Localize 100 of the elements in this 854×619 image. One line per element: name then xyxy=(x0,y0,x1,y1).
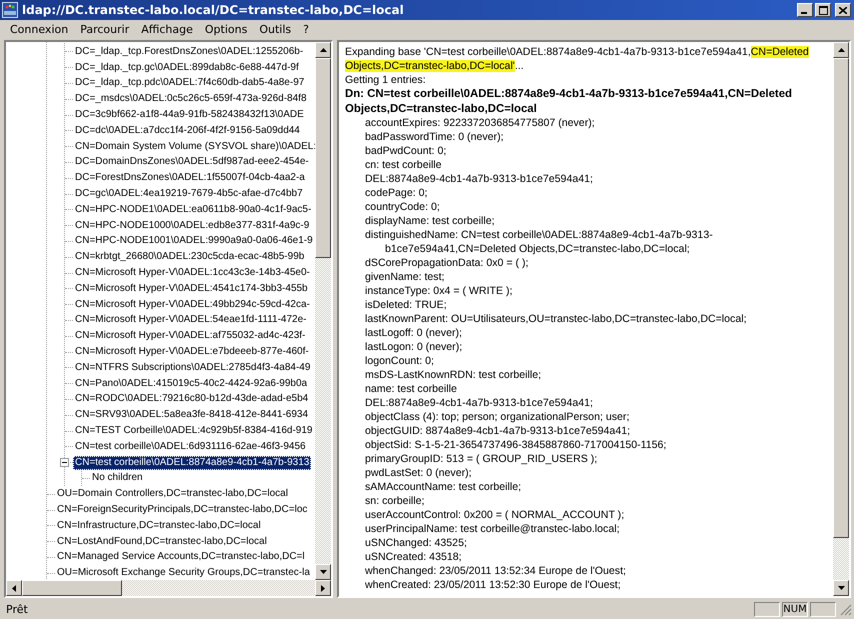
tree-item[interactable]: DC=DomainDnsZones\0ADEL:5df987ad-eee2-454e- xyxy=(73,155,311,170)
status-pane xyxy=(754,602,780,617)
scroll-up-button[interactable] xyxy=(315,42,331,58)
tree-item[interactable]: CN=ForeignSecurityPrincipals,DC=transtec-labo,DC=loc xyxy=(55,503,310,517)
tree-item[interactable]: No children xyxy=(90,471,145,486)
attribute-line: b1ce7e594a41,CN=Deleted Objects,DC=transtec-labo,DC=local; xyxy=(384,242,691,256)
entry-dn: Dn: CN=test corbeille\0ADEL:8874a8e9-4cb1-4a7b-9313-b1ce7e594a41,CN=Deleted Objects,DC=transtec-labo,DC=local xyxy=(345,87,793,116)
attribute-line: userAccountControl: 0x200 = ( NORMAL_ACCOUNT ); xyxy=(364,508,626,522)
tree-item[interactable]: CN=Microsoft Hyper-V\0ADEL:4541c174-3bb3-455b xyxy=(73,282,310,296)
attribute-line: countryCode: 0; xyxy=(364,200,441,214)
tree-item[interactable]: CN=Pano\0ADEL:415019c5-40c2-4424-92a6-99b0a xyxy=(73,376,310,391)
attribute-line: lastLogoff: 0 (never); xyxy=(364,326,463,340)
horizontal-scrollbar[interactable] xyxy=(6,580,331,596)
tree-item[interactable]: CN=Managed Service Accounts,DC=transtec-labo,DC=l xyxy=(55,550,307,564)
tree-item[interactable]: DC=_msdcs\0ADEL:0c5c26c5-659f-473a-926d-84f8 xyxy=(73,92,309,106)
menu-item[interactable]: Outils xyxy=(253,22,298,36)
left-arrow-icon xyxy=(12,584,16,592)
attribute-line: givenName: test; xyxy=(364,270,446,284)
tree-item[interactable]: CN=RODC\0ADEL:79216c80-b12d-43de-adad-e5b4 xyxy=(73,392,310,406)
attribute-line: dSCorePropagationData: 0x0 = ( ); xyxy=(364,256,530,270)
attribute-line: uSNChanged: 43525; xyxy=(364,536,468,550)
attribute-line: DEL:8874a8e9-4cb1-4a7b-9313-b1ce7e594a41; xyxy=(364,172,594,186)
attribute-line: primaryGroupID: 513 = ( GROUP_RID_USERS ); xyxy=(364,452,598,466)
scroll-left-button[interactable] xyxy=(6,580,22,596)
up-arrow-icon xyxy=(320,48,326,52)
tree-item[interactable]: DC=ForestDnsZones\0ADEL:1f55007f-04cb-4aa2-a xyxy=(73,171,307,186)
tree-item[interactable]: CN=Microsoft Hyper-V\0ADEL:e7bdeeeb-877e-460f- xyxy=(73,345,311,360)
attribute-line: distinguishedName: CN=test corbeille\0ADEL:8874a8e9-4cb1-4a7b-9313- xyxy=(364,228,714,242)
tree-item[interactable]: CN=Microsoft Hyper-V\0ADEL:1cc43c3e-14b3-45e0- xyxy=(73,266,312,280)
attribute-line: name: test corbeille xyxy=(364,382,458,396)
up-arrow-icon xyxy=(838,48,844,52)
close-button[interactable] xyxy=(835,3,851,17)
scroll-down-button[interactable] xyxy=(315,564,331,580)
menu-item[interactable]: ? xyxy=(297,22,315,36)
tree-item[interactable]: OU=Domain Controllers,DC=transtec-labo,DC=local xyxy=(55,487,290,502)
tree-item[interactable]: CN=HPC-NODE1000\0ADEL:edb8e377-831f-4a9c-9 xyxy=(73,218,312,233)
tree-item[interactable]: CN=SRV93\0ADEL:5a8ea3fe-8418-412e-8441-6934 xyxy=(73,408,310,422)
attribute-line: DEL:8874a8e9-4cb1-4a7b-9313-b1ce7e594a41; xyxy=(364,396,594,410)
vertical-scrollbar[interactable] xyxy=(315,42,331,580)
menu-item[interactable]: Connexion xyxy=(4,22,74,36)
attribute-line: lastKnownParent: OU=Utilisateurs,OU=transtec-labo,DC=transtec-labo,DC=local; xyxy=(364,312,748,326)
tree-item[interactable]: DC=dc\0ADEL:a7dcc1f4-206f-4f2f-9156-5a09dd44 xyxy=(73,124,302,138)
tree-item[interactable]: CN=test corbeille\0ADEL:8874a8e9-4cb1-4a7b-9313 xyxy=(73,456,312,470)
maximize-icon xyxy=(818,6,828,14)
right-arrow-icon xyxy=(321,584,325,592)
attribute-line: instanceType: 0x4 = ( WRITE ); xyxy=(364,284,514,298)
tree-item[interactable]: CN=Microsoft Hyper-V\0ADEL:af755032-ad4c-423f- xyxy=(73,329,308,344)
window-title: ldap://DC.transtec-labo.local/DC=transtec-labo,DC=local xyxy=(22,3,405,17)
attribute-line: userPrincipalName: test corbeille@transtec-labo.local; xyxy=(364,522,621,536)
attribute-line: cn: test corbeille xyxy=(364,158,443,172)
attribute-line: sn: corbeille; xyxy=(364,494,426,508)
menu-item[interactable]: Parcourir xyxy=(74,22,136,36)
attribute-line: codePage: 0; xyxy=(364,186,428,200)
attribute-line: accountExpires: 9223372036854775807 (never); xyxy=(364,116,596,130)
app-icon xyxy=(2,2,18,18)
collapse-toggle[interactable] xyxy=(60,458,69,467)
tree-item[interactable]: CN=TEST Corbeille\0ADEL:4c929b5f-8384-416d-919 xyxy=(73,424,314,438)
minimize-button[interactable] xyxy=(797,3,813,17)
scroll-down-button[interactable] xyxy=(833,580,849,596)
tree-item[interactable]: CN=HPC-NODE1\0ADEL:ea0611b8-90a0-4c1f-9ac5- xyxy=(73,202,314,217)
tree-item[interactable]: CN=Microsoft Hyper-V\0ADEL:49bb294c-59cd-42ca- xyxy=(73,298,312,312)
tree-item[interactable]: CN=test corbeille\0ADEL:6d931116-62ae-46f3-9456 xyxy=(73,440,308,454)
tree-item[interactable]: CN=krbtgt_26680\0ADEL:230c5cda-ecac-48b5-99b xyxy=(73,250,306,264)
attribute-line: whenChanged: 23/05/2011 13:52:34 Europe de l'Ouest; xyxy=(364,564,627,578)
tree-item[interactable]: CN=HPC-NODE1001\0ADEL:9990a9a0-0a06-46e1-9 xyxy=(73,234,315,248)
attribute-line: displayName: test corbeille; xyxy=(364,214,496,228)
tree-item[interactable]: CN=Microsoft Hyper-V\0ADEL:54eae1fd-1111-472e- xyxy=(73,313,309,328)
tree-item[interactable]: CN=Domain System Volume (SYSVOL share)\0ADEL: xyxy=(73,140,315,154)
tree-item[interactable]: DC=gc\0ADEL:4ea19219-7679-4b5c-afae-d7c4bb7 xyxy=(73,187,305,202)
tree-item[interactable]: CN=LostAndFound,DC=transtec-labo,DC=local xyxy=(55,534,269,549)
tree-item[interactable]: CN=Infrastructure,DC=transtec-labo,DC=local xyxy=(55,518,263,533)
attribute-line: badPasswordTime: 0 (never); xyxy=(364,130,505,144)
tree-item[interactable]: DC=_ldap._tcp.gc\0ADEL:899dab8c-6e88-447d-9f xyxy=(73,60,301,75)
maximize-button[interactable] xyxy=(815,3,831,17)
attribute-line: sAMAccountName: test corbeille; xyxy=(364,480,522,494)
attribute-line: objectClass (4): top; person; organizationalPerson; user; xyxy=(364,410,630,424)
down-arrow-icon xyxy=(320,570,326,574)
scroll-thumb[interactable] xyxy=(22,580,122,596)
attribute-line: pwdLastSet: 0 (never); xyxy=(364,466,473,480)
attribute-line: objectGUID: 8874a8e9-4cb1-4a7b-9313-b1ce7e594a41; xyxy=(364,424,632,438)
tree-item[interactable]: OU=Microsoft Exchange Security Groups,DC=transtec-la xyxy=(55,566,312,580)
attribute-line: msDS-LastKnownRDN: test corbeille; xyxy=(364,368,542,382)
scroll-thumb[interactable] xyxy=(315,58,331,258)
status-indicator: NUM xyxy=(782,602,808,617)
tree-item[interactable]: DC=_ldap._tcp.ForestDnsZones\0ADEL:1255206b- xyxy=(73,44,306,59)
attribute-line: logonCount: 0; xyxy=(364,354,435,368)
attribute-line: uSNCreated: 43518; xyxy=(364,550,463,564)
scroll-right-button[interactable] xyxy=(315,580,331,596)
resize-grip-icon xyxy=(840,604,852,616)
scroll-up-button[interactable] xyxy=(833,42,849,58)
tree-item[interactable]: CN=NTFRS Subscriptions\0ADEL:2785d4f3-4a84-49 xyxy=(73,360,312,375)
attribute-line: lastLogon: 0 (never); xyxy=(364,340,464,354)
tree-item[interactable]: DC=3c9bf662-a1f8-44a9-91fb-582438432f13\0ADE xyxy=(73,108,306,122)
attribute-line: badPwdCount: 0; xyxy=(364,144,448,158)
menu-item[interactable]: Affichage xyxy=(135,22,199,36)
close-icon xyxy=(839,6,847,14)
attribute-line: isDeleted: TRUE; xyxy=(364,298,448,312)
menu-item[interactable]: Options xyxy=(198,22,254,36)
tree-item[interactable]: DC=_ldap._tcp.pdc\0ADEL:7f4c60db-dab5-4a8e-97 xyxy=(73,76,306,90)
attribute-line: objectSid: S-1-5-21-3654737496-3845887860-717004150-1156; xyxy=(364,438,668,452)
